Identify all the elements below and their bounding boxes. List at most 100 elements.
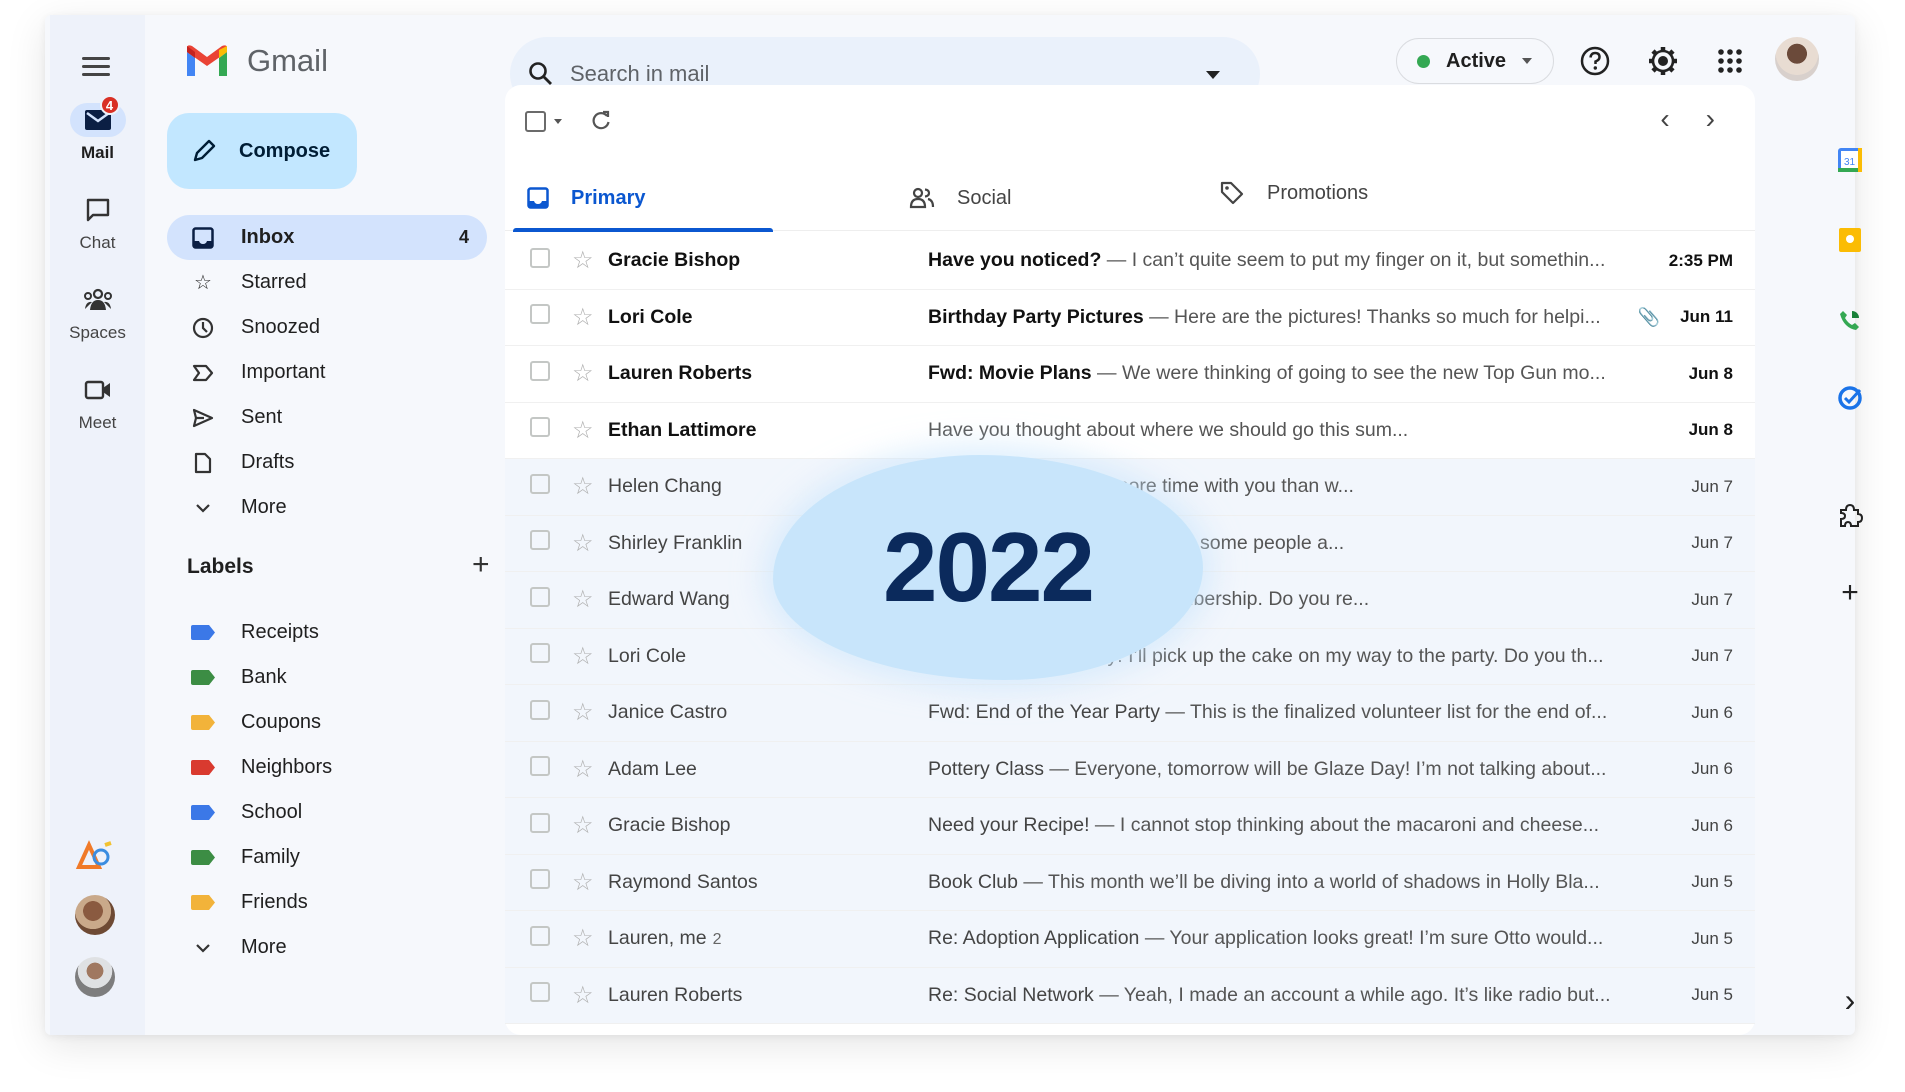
email-row[interactable]: ☆ Ethan Lattimore Have you thought about w… xyxy=(505,403,1755,459)
nav-item-more[interactable]: More xyxy=(167,485,487,530)
label-tag-icon xyxy=(191,715,215,730)
label-item-family[interactable]: Family xyxy=(167,835,487,880)
help-button[interactable] xyxy=(1577,43,1613,79)
apps-button[interactable] xyxy=(1712,43,1748,79)
label-item-school[interactable]: School xyxy=(167,790,487,835)
show-side-panel-button[interactable]: › xyxy=(1835,982,1865,1018)
row-checkbox[interactable] xyxy=(530,304,550,325)
email-row[interactable]: ☆ Raymond Santos Book Club — This month we… xyxy=(505,854,1755,911)
star-icon[interactable]: ☆ xyxy=(572,698,594,727)
star-icon[interactable]: ☆ xyxy=(572,529,594,558)
label-item-receipts[interactable]: Receipts xyxy=(167,610,487,655)
star-icon[interactable]: ☆ xyxy=(572,359,594,388)
nav-label: Important xyxy=(241,361,326,383)
row-checkbox[interactable] xyxy=(530,812,550,833)
refresh-icon[interactable] xyxy=(590,110,612,132)
calendar-button[interactable]: 31 xyxy=(1835,145,1865,175)
label-item-neighbors[interactable]: Neighbors xyxy=(167,745,487,790)
star-icon[interactable]: ☆ xyxy=(572,755,594,784)
nav-item-important[interactable]: Important xyxy=(167,350,487,395)
row-checkbox[interactable] xyxy=(530,360,550,381)
label-item-friends[interactable]: Friends xyxy=(167,880,487,925)
tab-promotions[interactable]: Promotions xyxy=(1205,160,1368,226)
email-row[interactable]: ☆ Lauren Roberts Re: Social Network — Yeah… xyxy=(505,967,1755,1024)
email-row[interactable]: ☆ Janice Castro Fwd: End of the Year Party… xyxy=(505,685,1755,742)
tasks-button[interactable] xyxy=(1835,383,1865,413)
status-dropdown[interactable]: Active xyxy=(1396,38,1554,84)
label-item-coupons[interactable]: Coupons xyxy=(167,700,487,745)
row-checkbox[interactable] xyxy=(530,530,550,551)
star-icon[interactable]: ☆ xyxy=(572,416,594,445)
rail-item-meet[interactable]: Meet xyxy=(50,373,145,433)
select-options-caret-icon[interactable] xyxy=(554,118,562,124)
star-icon[interactable]: ☆ xyxy=(572,642,594,671)
keep-button[interactable] xyxy=(1835,225,1865,255)
row-checkbox[interactable] xyxy=(530,925,550,946)
nav-item-starred[interactable]: ☆ Starred xyxy=(167,260,487,305)
star-icon[interactable]: ☆ xyxy=(572,811,594,840)
search-options-dropdown-icon[interactable] xyxy=(1206,71,1220,79)
compose-button[interactable]: Compose xyxy=(167,113,357,189)
nav-item-drafts[interactable]: Drafts xyxy=(167,440,487,485)
search-input[interactable]: Search in mail xyxy=(570,61,709,87)
meet-icon xyxy=(84,380,110,400)
star-icon[interactable]: ☆ xyxy=(572,924,594,953)
rail-item-label: Spaces xyxy=(69,323,126,342)
previous-page-icon[interactable]: ‹ xyxy=(1660,103,1669,135)
tab-social[interactable]: Social xyxy=(895,165,1011,231)
row-checkbox[interactable] xyxy=(530,473,550,494)
sender-name: Helen Chang xyxy=(608,475,722,498)
tab-primary[interactable]: Primary xyxy=(513,165,773,232)
email-row[interactable]: ☆ Adam Lee Pottery Class — Everyone, tomor… xyxy=(505,741,1755,798)
row-checkbox[interactable] xyxy=(530,417,550,438)
next-page-icon[interactable]: › xyxy=(1706,103,1715,135)
voice-button[interactable] xyxy=(1835,305,1865,335)
star-icon[interactable]: ☆ xyxy=(572,981,594,1010)
addons-button[interactable] xyxy=(1835,500,1865,530)
contact-avatar[interactable] xyxy=(75,895,115,935)
email-row[interactable]: ☆ Gracie Bishop Need your Recipe! — I cann… xyxy=(505,798,1755,855)
email-row[interactable]: ☆ Lauren, me 2 Re: Adoption Application — Y… xyxy=(505,911,1755,968)
row-checkbox[interactable] xyxy=(530,869,550,890)
row-checkbox[interactable] xyxy=(530,756,550,777)
nav-item-snoozed[interactable]: Snoozed xyxy=(167,305,487,350)
row-checkbox[interactable] xyxy=(530,699,550,720)
contact-avatar[interactable] xyxy=(75,957,115,997)
email-row[interactable]: ☆ Lori Cole Birthday Party Pictures — Here… xyxy=(505,290,1755,346)
row-checkbox[interactable] xyxy=(530,643,550,664)
chevron-right-icon: › xyxy=(1844,981,1856,1018)
date: Jun 5 xyxy=(1691,985,1733,1005)
search-icon[interactable] xyxy=(528,61,554,87)
rail-item-chat[interactable]: Chat xyxy=(50,193,145,253)
select-all-checkbox[interactable] xyxy=(525,110,546,132)
nav-item-inbox[interactable]: Inbox 4 xyxy=(167,215,487,260)
label-item-bank[interactable]: Bank xyxy=(167,655,487,700)
nav-item-sent[interactable]: Sent xyxy=(167,395,487,440)
subject: Need your Recipe! xyxy=(928,814,1090,837)
star-icon[interactable]: ☆ xyxy=(572,303,594,332)
gmail-logo[interactable]: Gmail xyxy=(185,43,328,79)
email-row[interactable]: ☆ Gracie Bishop Have you noticed? — I can’… xyxy=(505,233,1755,290)
star-icon[interactable]: ☆ xyxy=(572,868,594,897)
main-menu-button[interactable] xyxy=(82,57,110,77)
labels-more[interactable]: More xyxy=(167,925,487,970)
rail-item-mail[interactable]: 4 Mail xyxy=(50,95,145,163)
settings-button[interactable] xyxy=(1645,43,1681,79)
mail-folders: Inbox 4 ☆ Starred Snoozed Important Sent xyxy=(167,215,487,530)
row-checkbox[interactable] xyxy=(530,982,550,1003)
star-icon[interactable]: ☆ xyxy=(572,472,594,501)
star-icon[interactable]: ☆ xyxy=(572,585,594,614)
add-label-button[interactable]: + xyxy=(472,550,490,580)
account-avatar[interactable] xyxy=(1775,37,1819,81)
rail-item-spaces[interactable]: Spaces xyxy=(50,283,145,343)
row-checkbox[interactable] xyxy=(530,586,550,607)
sender-name: Ethan Lattimore xyxy=(608,418,757,441)
sender: Helen Chang xyxy=(608,475,838,498)
subject: Birthday Party Pictures xyxy=(928,305,1144,328)
workspace-app-logo[interactable] xyxy=(75,835,115,875)
email-row[interactable]: ☆ Lauren Roberts Fwd: Movie Plans — We wer… xyxy=(505,346,1755,403)
star-icon[interactable]: ☆ xyxy=(572,246,594,275)
row-checkbox[interactable] xyxy=(530,247,550,268)
label-name: School xyxy=(241,801,303,823)
get-addons-button[interactable]: + xyxy=(1835,576,1865,609)
